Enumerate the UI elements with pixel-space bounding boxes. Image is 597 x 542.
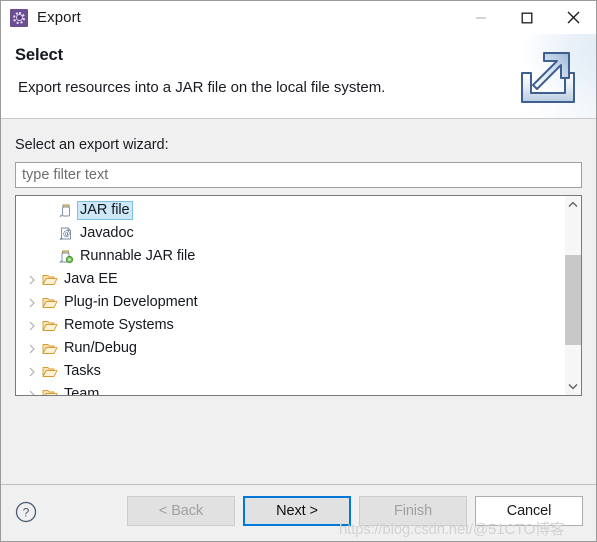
scroll-down-button[interactable] xyxy=(565,378,581,395)
folder-icon xyxy=(40,295,60,311)
tree-item-label: Runnable JAR file xyxy=(80,248,196,264)
eclipse-wizard-icon xyxy=(10,8,28,27)
tree-item-jar-file[interactable]: JAR file xyxy=(16,199,564,222)
maximize-button[interactable] xyxy=(504,1,550,34)
filter-text-box[interactable] xyxy=(15,162,582,188)
tree-item-tasks[interactable]: Tasks xyxy=(16,360,564,383)
tree-vertical-scrollbar[interactable] xyxy=(564,196,581,395)
tree-item-label: Team xyxy=(64,386,100,395)
close-icon xyxy=(567,11,579,24)
chevron-up-icon xyxy=(568,201,578,207)
svg-text:@: @ xyxy=(63,230,70,238)
help-icon: ? xyxy=(15,501,37,523)
folder-icon xyxy=(40,364,60,380)
tree-item-remote-systems[interactable]: Remote Systems xyxy=(16,314,564,337)
dialog-footer: ? < Back Next > Finish Cancel xyxy=(1,485,596,541)
back-button[interactable]: < Back xyxy=(127,496,235,526)
wizard-header: Select Export resources into a JAR file … xyxy=(1,34,596,119)
chevron-right-icon[interactable] xyxy=(24,367,40,377)
tree-item-team[interactable]: Team xyxy=(16,383,564,395)
tree-rows: JAR file @ Javadoc Runnable JAR file Jav… xyxy=(16,196,564,395)
title-bar: Export xyxy=(1,1,596,34)
scroll-up-button[interactable] xyxy=(565,196,581,213)
tree-item-plug-in-development[interactable]: Plug-in Development xyxy=(16,291,564,314)
folder-icon xyxy=(40,272,60,288)
select-wizard-label: Select an export wizard: xyxy=(15,137,169,153)
export-arrow-icon xyxy=(521,52,575,103)
export-wizard-tree: JAR file @ Javadoc Runnable JAR file Jav… xyxy=(15,195,582,396)
tree-item-run-debug[interactable]: Run/Debug xyxy=(16,337,564,360)
maximize-icon xyxy=(521,12,533,23)
folder-icon xyxy=(40,387,60,395)
search-input[interactable] xyxy=(22,167,575,183)
chevron-right-icon[interactable] xyxy=(24,321,40,331)
wizard-button-row: < Back Next > Finish Cancel xyxy=(127,496,583,526)
tree-item-label: Plug-in Development xyxy=(64,294,198,310)
minimize-button[interactable] xyxy=(458,1,504,34)
tree-item-java-ee[interactable]: Java EE xyxy=(16,268,564,291)
help-button[interactable]: ? xyxy=(15,501,37,523)
wizard-body: Select an export wizard: type filter tex… xyxy=(1,119,596,485)
folder-icon xyxy=(40,341,60,357)
scrollbar-thumb[interactable] xyxy=(565,255,581,345)
javadoc-icon: @ xyxy=(56,226,76,242)
chevron-right-icon[interactable] xyxy=(24,298,40,308)
tree-item-label: Javadoc xyxy=(80,225,134,241)
jar-file-icon xyxy=(56,203,76,219)
tree-item-label: Tasks xyxy=(64,363,101,379)
cancel-button[interactable]: Cancel xyxy=(475,496,583,526)
next-button[interactable]: Next > xyxy=(243,496,351,526)
chevron-right-icon[interactable] xyxy=(24,275,40,285)
scrollbar-track[interactable] xyxy=(565,213,581,378)
export-wizard-dialog: Export Select Export resources into a JA… xyxy=(0,0,597,542)
finish-button[interactable]: Finish xyxy=(359,496,467,526)
runnable-jar-file-icon xyxy=(56,249,76,265)
chevron-down-icon xyxy=(568,384,578,390)
tree-item-label: JAR file xyxy=(77,201,133,220)
window-controls xyxy=(458,1,596,34)
page-title: Select xyxy=(15,46,64,64)
window-title: Export xyxy=(37,9,81,26)
minimize-icon xyxy=(476,16,486,19)
tree-item-label: Java EE xyxy=(64,271,118,287)
tree-item-javadoc[interactable]: @ Javadoc xyxy=(16,222,564,245)
chevron-right-icon[interactable] xyxy=(24,390,40,395)
tree-item-runnable-jar-file[interactable]: Runnable JAR file xyxy=(16,245,564,268)
svg-text:?: ? xyxy=(23,506,30,520)
tree-item-label: Run/Debug xyxy=(64,340,137,356)
close-button[interactable] xyxy=(550,1,596,34)
tree-item-label: Remote Systems xyxy=(64,317,174,333)
folder-icon xyxy=(40,318,60,334)
chevron-right-icon[interactable] xyxy=(24,344,40,354)
page-description: Export resources into a JAR file on the … xyxy=(18,79,386,96)
